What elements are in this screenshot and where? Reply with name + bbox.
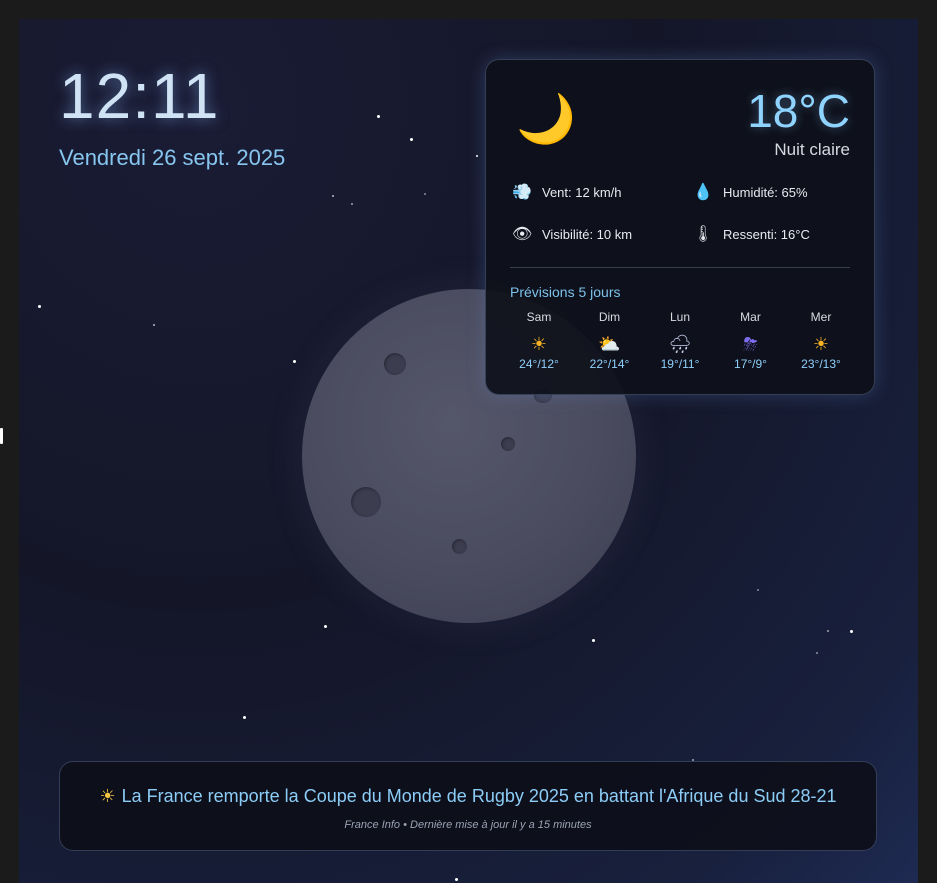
star [153,324,155,326]
weather-card: 🌙 18°C Nuit claire 💨 Vent: 12 km/h 💧 Hum… [485,59,875,395]
moon-crater [501,437,515,451]
moon-crater [351,487,381,517]
clock-date: Vendredi 26 sept. 2025 [59,145,286,170]
star [293,360,296,363]
feels-like-label: Ressenti: 16°C [723,226,810,242]
sun-icon: ☀ [530,334,548,354]
forecast-day-temps: 24°/12° [519,357,559,371]
humidity-label: Humidité: 65% [723,184,808,200]
star [455,878,458,881]
moon-crater [452,539,467,554]
forecast-day-temps: 23°/13° [801,357,841,371]
sun-icon: ☀ [812,334,830,354]
forecast-day-sam: Sam ☀ 24°/12° [504,310,574,371]
star [476,155,478,157]
weather-condition: Nuit claire [774,140,850,159]
current-temperature: 18°C [747,85,850,137]
forecast-day-name: Dim [598,310,621,324]
wind-detail: 💨 Vent: 12 km/h [512,182,622,202]
forecast-day-name: Lun [669,310,691,324]
forecast-day-name: Mer [810,310,832,324]
humidity-detail: 💧 Humidité: 65% [693,182,808,202]
forecast-day-name: Sam [526,310,552,324]
wind-label: Vent: 12 km/h [542,184,622,200]
forecast-day-temps: 17°/9° [734,357,767,371]
news-card: ☀ La France remporte la Coupe du Monde de… [59,761,877,851]
forecast-day-temps: 19°/11° [660,357,700,371]
forecast-day-dim: Dim ⛅ 22°/14° [575,310,645,371]
dashboard-screen: 12:11 Vendredi 26 sept. 2025 🌙 18°C Nuit… [19,19,918,883]
star [757,589,759,591]
forecast-title: Prévisions 5 jours [510,284,621,300]
star [827,630,829,632]
window-edge-handle [0,428,3,444]
partly-cloudy-icon: ⛅ [598,334,621,354]
forecast-day-mar: Mar ⛈ 17°/9° [716,310,786,371]
star [816,652,818,654]
star [377,115,380,118]
droplet-icon: 💧 [693,184,713,201]
eye-icon: 👁 [512,226,533,243]
star [850,630,853,633]
star [424,193,426,195]
forecast-day-lun: Lun 🌧 19°/11° [645,310,715,371]
star [410,138,413,141]
crescent-moon-icon: 🌙 [516,93,576,146]
forecast-list: Sam ☀ 24°/12° Dim ⛅ 22°/14° Lun 🌧 19°/11… [504,310,856,371]
news-headline-row: ☀ La France remporte la Coupe du Monde de… [60,786,876,807]
feels-like-detail: 🌡 Ressenti: 16°C [693,224,810,244]
visibility-detail: 👁 Visibilité: 10 km [512,224,632,244]
thermometer-icon: 🌡 [693,226,714,243]
news-meta: France Info • Dernière mise à jour il y … [344,819,592,831]
wind-icon: 💨 [512,184,532,201]
forecast-day-mer: Mer ☀ 23°/13° [786,310,856,371]
star [351,203,353,205]
rain-cloud-icon: 🌧 [668,334,692,354]
weather-divider [510,267,850,268]
thunderstorm-icon: ⛈ [743,334,758,354]
forecast-day-name: Mar [740,310,761,324]
sun-icon: ☀ [99,786,116,806]
clock-time: 12:11 [59,60,220,132]
star [38,305,41,308]
moon-crater [384,353,406,375]
star [332,195,334,197]
star [324,625,327,628]
visibility-label: Visibilité: 10 km [542,226,633,242]
news-headline: La France remporte la Coupe du Monde de … [121,786,837,806]
forecast-day-temps: 22°/14° [589,357,630,371]
star [243,716,246,719]
star [592,639,595,642]
